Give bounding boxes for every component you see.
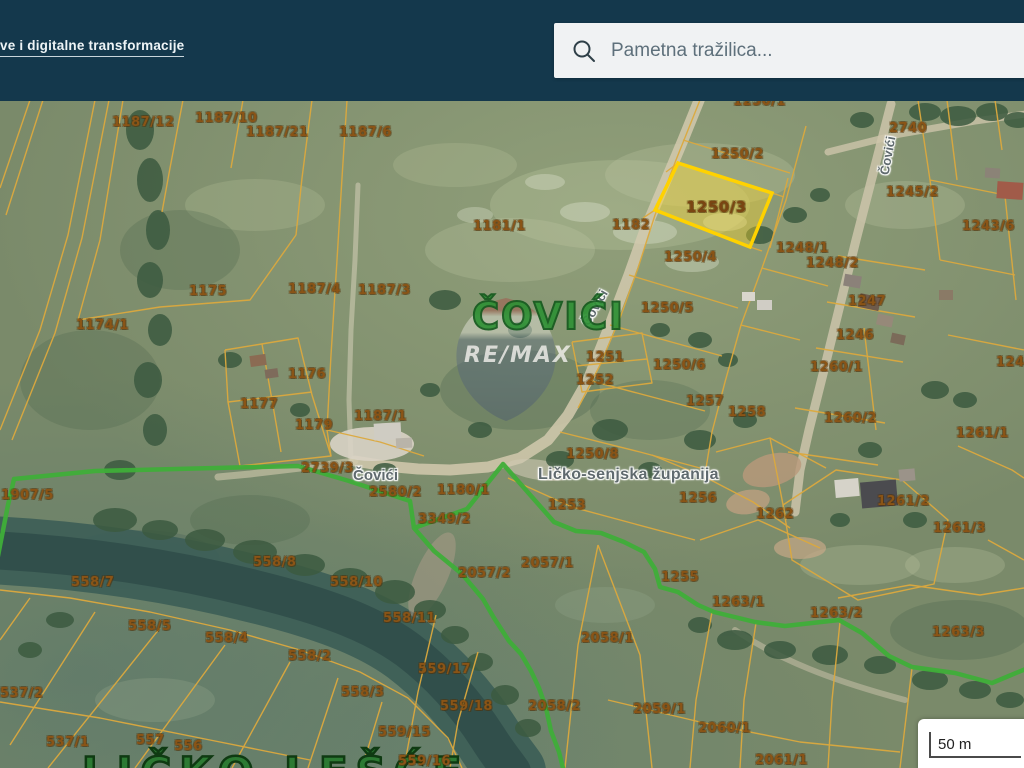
settlement-name-label: LIČKO LEŠĆE (82, 748, 469, 768)
search-icon (571, 38, 597, 64)
smart-search-box[interactable] (554, 23, 1024, 78)
top-header: ve i digitalne transformacije (0, 0, 1024, 101)
search-input[interactable] (611, 40, 1024, 62)
app-window: 1187/121187/101187/211187/61250/12740125… (0, 0, 1024, 768)
scale-bar-text: 50 m (938, 736, 971, 753)
field-texture (20, 143, 1024, 722)
scale-bar: 50 m (918, 719, 1024, 768)
map-vector-overlay (0, 0, 1024, 768)
map-canvas[interactable]: 1187/121187/101187/211187/61250/12740125… (0, 0, 1024, 768)
ministry-link[interactable]: ve i digitalne transformacije (0, 38, 184, 57)
